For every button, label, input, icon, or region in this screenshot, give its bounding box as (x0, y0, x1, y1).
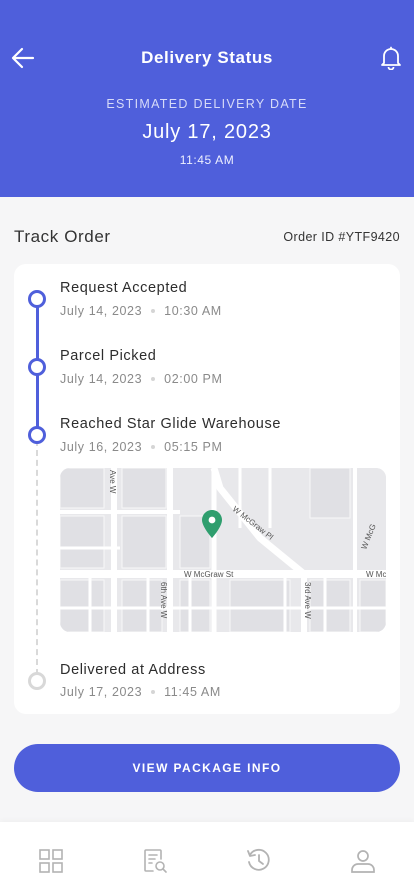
step-meta-delivered: July 17, 2023 11:45 AM (60, 685, 221, 699)
step-meta-warehouse: July 16, 2023 05:15 PM (60, 440, 222, 454)
step-dot-parcel-picked (28, 358, 46, 376)
eta-label: ESTIMATED DELIVERY DATE (106, 97, 308, 111)
eta-time: 11:45 AM (179, 153, 235, 167)
bottom-nav (0, 822, 414, 896)
step-date: July 14, 2023 (60, 372, 143, 386)
nav-item-track-search[interactable] (140, 846, 170, 876)
map-label-ave-top: Ave W (108, 470, 117, 494)
bell-icon (381, 46, 401, 70)
step-dot-request-accepted (28, 290, 46, 308)
step-title-parcel-picked: Parcel Picked (60, 348, 157, 364)
step-time: 10:30 AM (164, 304, 222, 318)
notifications-button[interactable] (378, 45, 404, 71)
header: Delivery Status ESTIMATED DELIVERY DATE … (0, 0, 414, 197)
step-time: 05:15 PM (164, 440, 223, 454)
step-title-delivered: Delivered at Address (60, 662, 206, 678)
map-label-3rd-ave: 3rd Ave W (303, 582, 312, 619)
step-title-request-accepted: Request Accepted (60, 280, 188, 296)
history-icon (247, 848, 270, 871)
eta-date: July 17, 2023 (142, 121, 272, 143)
map-label-mc-right: W Mc (366, 570, 386, 579)
nav-item-dashboard[interactable] (36, 846, 66, 876)
search-document-icon (144, 849, 167, 873)
track-order-title: Track Order (14, 227, 111, 246)
step-date: July 16, 2023 (60, 440, 143, 454)
separator-dot (151, 445, 156, 449)
step-title-warehouse: Reached Star Glide Warehouse (60, 416, 281, 432)
timeline-pending-line (36, 440, 38, 675)
step-time: 11:45 AM (164, 685, 221, 699)
step-dot-delivered (28, 672, 46, 690)
step-meta-request-accepted: July 14, 2023 10:30 AM (60, 304, 222, 318)
step-date: July 14, 2023 (60, 304, 143, 318)
step-meta-parcel-picked: July 14, 2023 02:00 PM (60, 372, 222, 386)
map-label-mcgraw-st: W McGraw St (184, 570, 234, 579)
map-label-6th-ave: 6th Ave W (159, 582, 168, 619)
step-dot-warehouse (28, 426, 46, 444)
separator-dot (151, 309, 156, 313)
nav-item-profile[interactable] (348, 846, 378, 876)
profile-icon (351, 850, 375, 873)
nav-item-history[interactable] (244, 846, 274, 876)
map-graphic: W McGraw St W McGraw Pl 6th Ave W 3rd Av… (60, 468, 386, 632)
separator-dot (151, 690, 156, 694)
location-map[interactable]: W McGraw St W McGraw Pl 6th Ave W 3rd Av… (60, 468, 386, 632)
order-id: Order ID #YTF9420 (283, 230, 400, 244)
step-time: 02:00 PM (164, 372, 223, 386)
separator-dot (151, 377, 156, 381)
step-date: July 17, 2023 (60, 685, 143, 699)
view-package-info-button[interactable]: VIEW PACKAGE INFO (14, 744, 400, 792)
grid-icon (39, 849, 63, 873)
page-title: Delivery Status (141, 48, 273, 67)
